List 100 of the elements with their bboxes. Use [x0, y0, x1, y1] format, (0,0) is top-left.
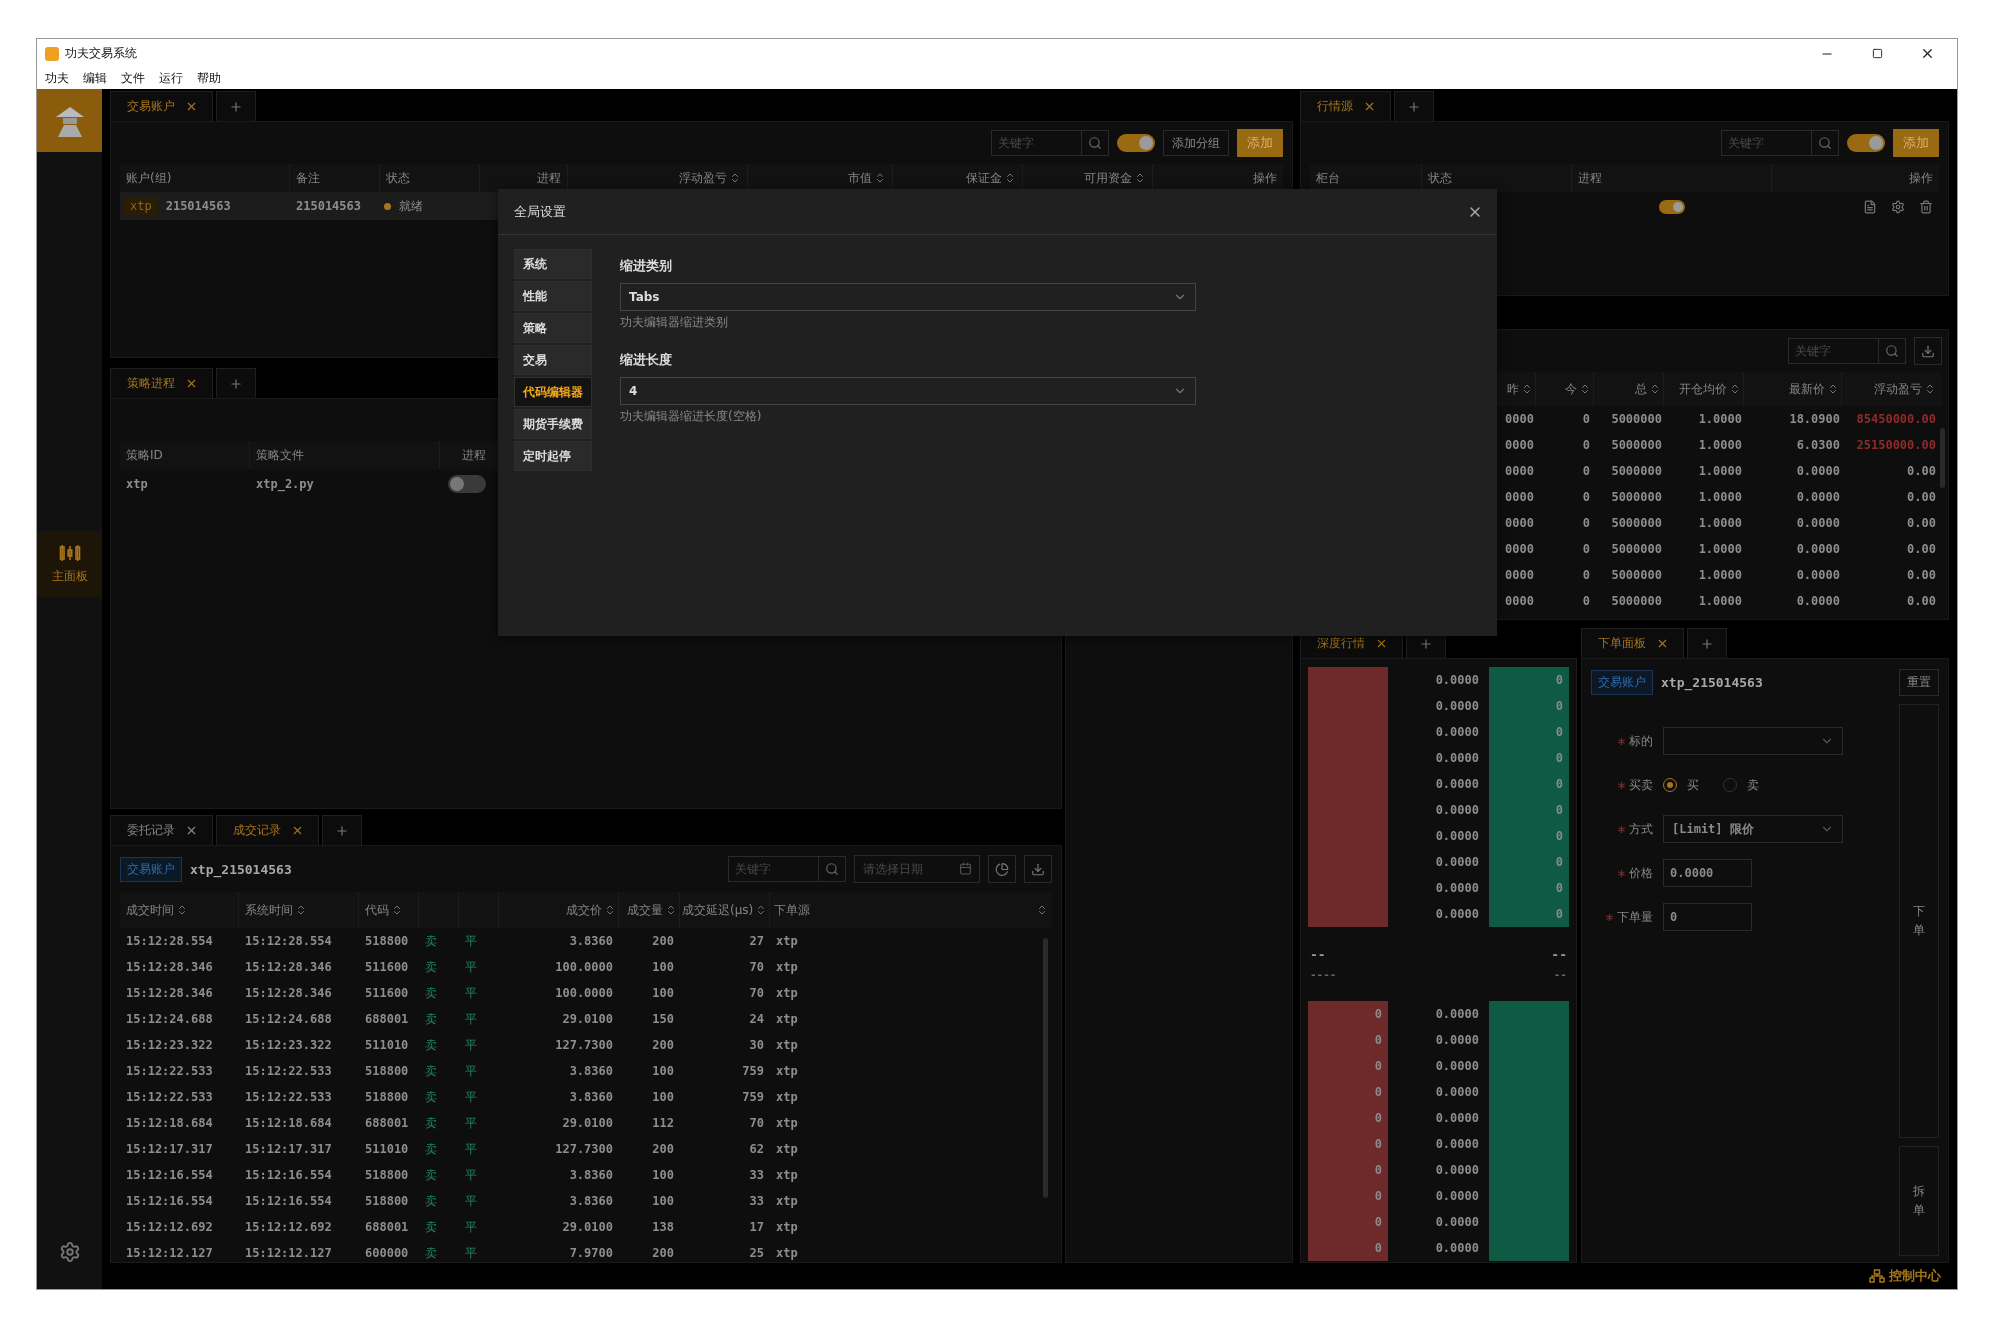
column-header[interactable]: 保证金 — [966, 169, 1002, 187]
column-header[interactable]: 可用资金 — [1084, 169, 1132, 187]
settings-nav-item[interactable]: 定时起停 — [514, 441, 592, 471]
sort-icon[interactable] — [176, 904, 188, 916]
column-header[interactable]: 浮动盈亏 — [679, 169, 727, 187]
sort-icon[interactable] — [729, 172, 741, 184]
download-button[interactable] — [1024, 855, 1052, 883]
column-header[interactable]: 账户(组) — [126, 169, 172, 187]
column-header[interactable]: 系统时间 — [245, 901, 293, 919]
plus-icon[interactable] — [229, 376, 243, 391]
sort-icon[interactable] — [1036, 904, 1048, 916]
column-header[interactable]: 代码 — [365, 901, 389, 919]
column-header[interactable]: 成交价 — [566, 901, 602, 919]
sort-icon[interactable] — [1729, 383, 1741, 395]
select-field[interactable]: 4 — [620, 377, 1196, 405]
sort-icon[interactable] — [874, 172, 886, 184]
select-field[interactable]: Tabs — [620, 283, 1196, 311]
sidebar-item[interactable]: 主面板 — [37, 531, 102, 597]
search-button[interactable] — [818, 856, 846, 882]
scrollbar[interactable] — [1043, 938, 1048, 1198]
sort-icon[interactable] — [604, 904, 616, 916]
search-icon[interactable] — [1818, 136, 1832, 150]
trash-icon[interactable] — [1919, 200, 1933, 214]
search-icon[interactable] — [1885, 344, 1899, 358]
maximize-icon[interactable] — [1871, 48, 1883, 59]
download-icon[interactable] — [1031, 861, 1045, 877]
menu-item[interactable]: 文件 — [121, 70, 145, 87]
column-header[interactable]: 开仓均价 — [1679, 380, 1727, 398]
column-header[interactable]: 进程 — [1578, 169, 1602, 187]
sort-icon[interactable] — [1649, 383, 1661, 395]
search-button[interactable] — [1081, 130, 1109, 156]
sort-icon[interactable] — [755, 904, 767, 916]
select-field[interactable] — [1663, 727, 1843, 755]
download-icon[interactable] — [1921, 343, 1935, 359]
split-order-button[interactable]: 拆单 — [1899, 1146, 1939, 1256]
search-button[interactable] — [1878, 338, 1906, 364]
input-field[interactable]: 0 — [1663, 903, 1752, 931]
menu-item[interactable]: 编辑 — [83, 70, 107, 87]
sort-icon[interactable] — [1579, 383, 1591, 395]
search-icon[interactable] — [1088, 136, 1102, 150]
candlestick-icon[interactable] — [58, 543, 81, 562]
reset-button[interactable]: 重置 — [1899, 669, 1939, 696]
column-header[interactable]: 下单源 — [774, 901, 810, 919]
column-header[interactable]: 操作 — [1253, 169, 1277, 187]
panel-tab[interactable]: 下单面板 — [1581, 628, 1684, 658]
column-header[interactable]: 浮动盈亏 — [1874, 380, 1922, 398]
menu-item[interactable]: 运行 — [159, 70, 183, 87]
plus-icon[interactable] — [229, 99, 243, 114]
plus-icon[interactable] — [1700, 636, 1714, 651]
toggle-switch[interactable] — [1659, 200, 1685, 214]
column-header[interactable]: 成交量 — [627, 901, 663, 919]
menu-item[interactable]: 帮助 — [197, 70, 221, 87]
column-header[interactable]: 柜台 — [1316, 169, 1340, 187]
panel-tab[interactable]: 委托记录 — [110, 815, 213, 845]
settings-nav-item[interactable]: 性能 — [514, 281, 592, 311]
sort-icon[interactable] — [665, 904, 677, 916]
sort-icon[interactable] — [1827, 383, 1839, 395]
settings-nav-item[interactable]: 策略 — [514, 313, 592, 343]
search-button[interactable] — [1811, 130, 1839, 156]
radio-option[interactable]: 卖 — [1723, 776, 1759, 794]
column-header[interactable]: 状态 — [1428, 169, 1452, 187]
scrollbar[interactable] — [1940, 428, 1945, 488]
column-header[interactable]: 市值 — [848, 169, 872, 187]
sort-icon[interactable] — [1134, 172, 1146, 184]
input-field[interactable]: 0.0000 — [1663, 859, 1752, 887]
chart-button[interactable] — [988, 855, 1016, 883]
search-icon[interactable] — [825, 862, 839, 876]
plus-icon[interactable] — [1407, 99, 1421, 114]
panel-tab[interactable]: 策略进程 — [110, 368, 213, 398]
panel-tab[interactable]: 交易账户 — [110, 91, 213, 121]
menu-item[interactable]: 功夫 — [45, 70, 69, 87]
settings-nav-item[interactable]: 交易 — [514, 345, 592, 375]
settings-nav-item[interactable]: 期货手续费 — [514, 409, 592, 439]
column-header[interactable]: 昨 — [1507, 380, 1519, 398]
select-field[interactable]: [Limit] 限价 — [1663, 815, 1843, 843]
column-header[interactable]: 成交时间 — [126, 901, 174, 919]
column-header[interactable]: 最新价 — [1789, 380, 1825, 398]
radio-option[interactable]: 买 — [1663, 776, 1699, 794]
column-header[interactable]: 总 — [1635, 380, 1647, 398]
column-header[interactable]: 进程 — [537, 169, 561, 187]
column-header[interactable]: 进程 — [462, 446, 486, 464]
column-header[interactable]: 策略文件 — [256, 446, 304, 464]
place-order-button[interactable]: 下单 — [1899, 704, 1939, 1138]
sort-icon[interactable] — [1521, 383, 1533, 395]
status-text[interactable]: 控制中心 — [1889, 1267, 1941, 1285]
settings-icon[interactable] — [58, 1241, 81, 1263]
sort-icon[interactable] — [1924, 383, 1936, 395]
column-header[interactable]: 今 — [1565, 380, 1577, 398]
plus-icon[interactable] — [335, 823, 349, 838]
sort-icon[interactable] — [295, 904, 307, 916]
sort-icon[interactable] — [1004, 172, 1016, 184]
pie-chart-icon[interactable] — [995, 861, 1009, 877]
settings-nav-item[interactable]: 代码编辑器 — [514, 377, 592, 407]
panel-tab[interactable]: 行情源 — [1300, 91, 1391, 121]
settings-nav-item[interactable]: 系统 — [514, 249, 592, 279]
toggle-switch[interactable] — [1117, 134, 1155, 152]
panel-tab[interactable]: 成交记录 — [216, 815, 319, 845]
sort-icon[interactable] — [391, 904, 403, 916]
column-header[interactable]: 备注 — [296, 169, 320, 187]
column-header[interactable]: 策略ID — [126, 446, 163, 464]
